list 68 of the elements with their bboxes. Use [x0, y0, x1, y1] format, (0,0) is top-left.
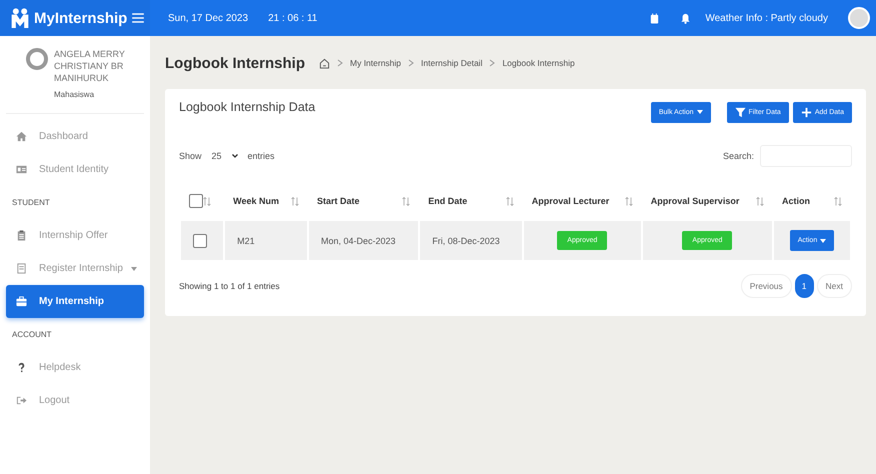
- entries-select[interactable]: 25: [208, 149, 242, 163]
- row-checkbox[interactable]: [193, 234, 207, 248]
- form-icon: [16, 263, 27, 274]
- card-title: Logbook Internship Data: [179, 100, 316, 114]
- column-header[interactable]: Week Num: [233, 196, 279, 206]
- sort-icon[interactable]: [402, 196, 410, 206]
- menu-icon[interactable]: [131, 11, 146, 25]
- calendar-icon[interactable]: [649, 12, 660, 24]
- breadcrumb-link[interactable]: My Internship: [350, 58, 402, 68]
- home-icon[interactable]: [319, 58, 330, 68]
- column-header[interactable]: Approval Lecturer: [532, 196, 610, 206]
- id-card-icon: [16, 164, 27, 175]
- home-icon: [16, 131, 27, 142]
- sort-icon[interactable]: [506, 196, 514, 206]
- column-header[interactable]: End Date: [428, 196, 468, 206]
- brand-name: MyInternship: [34, 10, 128, 26]
- show-label: Show: [179, 151, 202, 161]
- column-header[interactable]: Approval Supervisor: [650, 196, 740, 206]
- filter-icon: [734, 106, 746, 118]
- sort-icon[interactable]: [624, 196, 633, 206]
- page-button[interactable]: 1: [794, 274, 814, 298]
- chevron-icon: [489, 59, 496, 67]
- table-cell: Fri, 08-Dec-2023: [420, 221, 522, 260]
- time-text: 21 : 06 : 11: [268, 12, 318, 24]
- sidebar-item[interactable]: Internship Offer: [6, 219, 144, 252]
- sort-icon[interactable]: [756, 196, 764, 206]
- question-icon: [16, 362, 27, 373]
- logo-icon: [10, 7, 30, 29]
- breadcrumb-link[interactable]: Internship Detail: [421, 58, 482, 68]
- sidebar-item[interactable]: Student Identity: [6, 153, 144, 186]
- user-name: ANGELA MERRY CHRISTIANY BR MANIHURUK: [54, 48, 126, 84]
- sort-icon[interactable]: [834, 196, 842, 206]
- column-header[interactable]: Action: [782, 196, 810, 206]
- bell-icon[interactable]: [680, 12, 692, 24]
- logout-icon: [16, 395, 27, 406]
- section-heading: ACCOUNT: [11, 329, 53, 341]
- sidebar-item[interactable]: My Internship: [6, 285, 144, 318]
- briefcase-icon: [16, 296, 27, 307]
- table-info: Showing 1 to 1 of 1 entries: [179, 281, 280, 291]
- chevron-icon: [337, 59, 343, 67]
- sidebar-item[interactable]: Register Internship: [6, 252, 144, 285]
- chevron-down-icon: [232, 153, 238, 159]
- date-text: Sun, 17 Dec 2023: [168, 12, 248, 24]
- select-all-checkbox[interactable]: [189, 194, 203, 208]
- sort-icon[interactable]: [203, 196, 211, 206]
- caret-icon: [130, 266, 137, 272]
- chevron-icon: [408, 59, 414, 67]
- user-role: Mahasiswa: [54, 90, 96, 99]
- next-button[interactable]: Next: [816, 274, 852, 298]
- section-heading: STUDENT: [11, 197, 51, 209]
- search-label: Search:: [722, 151, 754, 161]
- plus-icon: [800, 106, 812, 118]
- sort-icon[interactable]: [291, 196, 300, 206]
- sidebar-item[interactable]: Dashboard: [6, 120, 144, 153]
- avatar[interactable]: [848, 7, 870, 29]
- sidebar-item[interactable]: Helpdesk: [6, 351, 144, 384]
- clipboard-icon: [16, 230, 27, 241]
- entries-label: entries: [248, 151, 275, 161]
- sidebar-item[interactable]: Logout: [6, 384, 144, 417]
- user-avatar: [26, 48, 48, 70]
- page-title: Logbook Internship: [165, 54, 305, 72]
- table-cell: M21: [225, 221, 308, 260]
- caret-icon: [696, 109, 703, 115]
- column-header[interactable]: Start Date: [317, 196, 360, 206]
- previous-button[interactable]: Previous: [740, 274, 792, 298]
- caret-icon: [820, 238, 826, 244]
- weather-info: Weather Info : Partly cloudy: [705, 12, 828, 24]
- table-cell: Mon, 04-Dec-2023: [309, 221, 418, 260]
